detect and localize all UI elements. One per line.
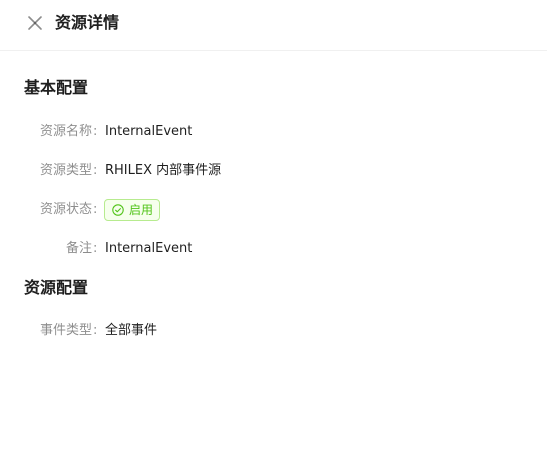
field-label-remark: 备注: [65, 241, 92, 256]
field-row-resource-status: 资源状态 : 启用: [0, 199, 547, 221]
field-label-resource-type: 资源类型: [39, 163, 92, 178]
field-colon: :: [93, 241, 98, 256]
field-row-event-type: 事件类型 : 全部事件: [0, 320, 547, 342]
field-label-resource-status: 资源状态: [39, 202, 92, 217]
field-colon: :: [93, 202, 98, 217]
field-value-event-type: 全部事件: [105, 323, 158, 338]
field-row-resource-name: 资源名称 : InternalEvent: [0, 121, 547, 143]
field-value-remark: InternalEvent: [105, 241, 193, 256]
field-row-resource-type: 资源类型 : RHILEX 内部事件源: [0, 160, 547, 182]
close-icon: [24, 12, 46, 34]
section-title-basic-config: 基本配置: [24, 78, 89, 97]
field-label-event-type: 事件类型: [39, 323, 92, 338]
field-row-remark: 备注 : InternalEvent: [0, 238, 547, 260]
field-label-resource-name: 资源名称: [39, 124, 92, 139]
field-colon: :: [93, 323, 98, 338]
field-colon: :: [93, 163, 98, 178]
field-value-resource-name: InternalEvent: [105, 124, 193, 139]
drawer-title: 资源详情: [55, 13, 120, 32]
section-title-resource-config: 资源配置: [24, 278, 89, 297]
status-badge-text: 启用: [129, 203, 154, 217]
field-colon: :: [93, 124, 98, 139]
close-button[interactable]: [24, 12, 46, 34]
field-value-resource-type: RHILEX 内部事件源: [105, 163, 222, 178]
status-badge: 启用: [104, 199, 161, 221]
resource-detail-drawer: 资源详情 基本配置 资源名称 : InternalEvent 资源类型 : RH…: [0, 0, 547, 453]
drawer-header: 资源详情: [0, 0, 547, 51]
check-circle-icon: [112, 204, 124, 216]
